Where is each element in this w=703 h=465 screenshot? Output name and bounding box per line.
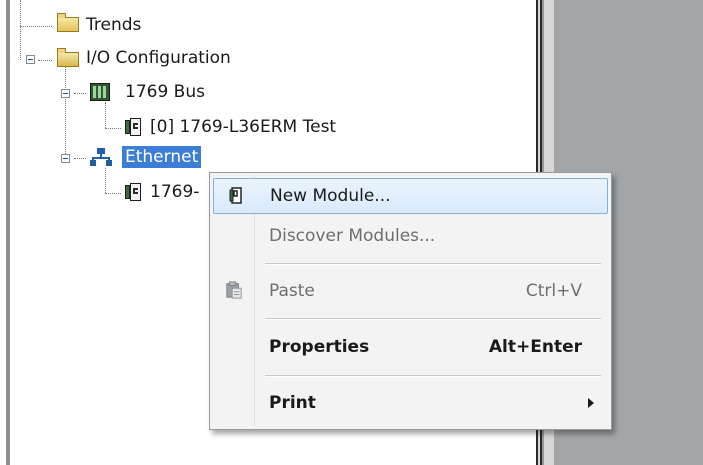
tree-item-label: Ethernet [122, 146, 202, 168]
tree-connector [65, 65, 66, 158]
tree-item-label: I/O Configuration [86, 48, 231, 68]
collapse-icon[interactable] [61, 89, 70, 98]
submenu-arrow-icon [588, 398, 594, 408]
tree-item-label: [0] 1769-L36ERM Test [150, 117, 337, 137]
collapse-icon[interactable] [61, 154, 70, 163]
tree-item-label: 1769- [150, 182, 200, 202]
tree-connector [20, 0, 21, 60]
module-icon [125, 118, 141, 136]
collapse-icon[interactable] [26, 55, 35, 64]
menu-item-label: Paste [269, 281, 315, 301]
tree-item-label: Trends [86, 15, 142, 35]
folder-icon [57, 13, 79, 32]
menu-item-shortcut: Alt+Enter [488, 337, 582, 357]
tree-connector [74, 93, 86, 94]
tree-connector [38, 60, 52, 61]
context-menu: New Module... Discover Modules... Paste … [209, 172, 612, 430]
menu-item-properties[interactable]: Properties Alt+Enter [213, 330, 608, 366]
tree-connector [105, 168, 106, 193]
network-icon [90, 148, 112, 166]
menu-item-paste[interactable]: Paste Ctrl+V [213, 274, 608, 310]
menu-separator [265, 263, 601, 265]
menu-item-label: Properties [269, 337, 370, 357]
tree-connector [105, 193, 121, 194]
pane-border [6, 0, 10, 465]
tree-item-label: 1769 Bus [125, 82, 205, 102]
rack-icon [90, 83, 110, 101]
folder-open-icon [57, 48, 79, 67]
menu-item-new-module[interactable]: New Module... [213, 178, 608, 214]
menu-item-label: Discover Modules... [269, 226, 436, 246]
menu-item-label: New Module... [270, 186, 391, 206]
menu-item-print[interactable]: Print [213, 386, 608, 422]
clipboard-icon [226, 281, 242, 299]
tree-connector [105, 128, 121, 129]
tree-connector [20, 26, 52, 27]
tree-connector [74, 158, 86, 159]
tree-connector [105, 102, 106, 128]
menu-separator [265, 318, 601, 320]
menu-item-discover-modules[interactable]: Discover Modules... [213, 219, 608, 255]
module-icon [125, 183, 141, 201]
new-module-icon [229, 187, 242, 204]
menu-separator [265, 375, 601, 377]
menu-item-shortcut: Ctrl+V [525, 281, 582, 301]
menu-item-label: Print [269, 393, 316, 413]
